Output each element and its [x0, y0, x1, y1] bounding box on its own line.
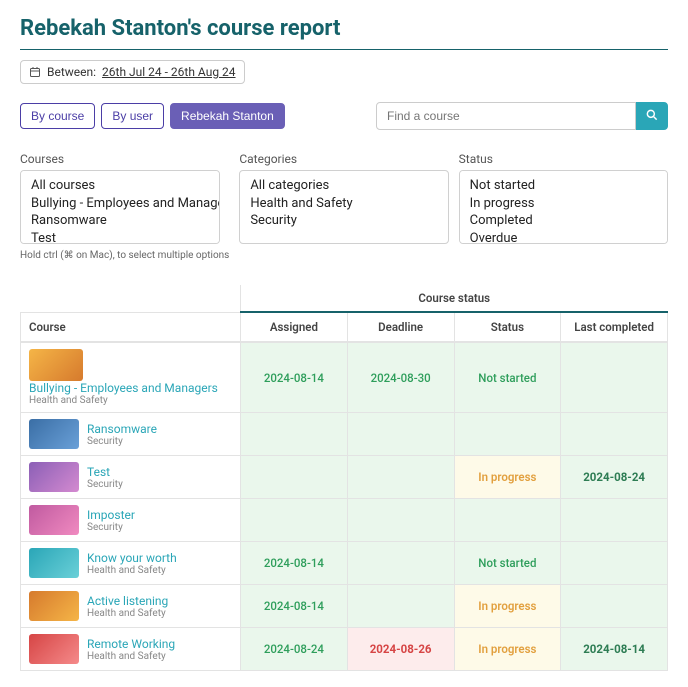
col-status: Status [454, 312, 561, 342]
course-category: Health and Safety [87, 608, 168, 619]
help-text: Hold ctrl (⌘ on Mac), to select multiple… [20, 250, 668, 261]
filter-option[interactable]: In progress [468, 195, 659, 213]
data-cell [347, 542, 454, 585]
course-category: Security [87, 436, 157, 447]
data-cell [347, 585, 454, 628]
table-row: TestSecurity In progress2024-08-24 [21, 456, 668, 499]
filter-option[interactable]: Overdue [468, 230, 659, 244]
by-course-tab[interactable]: By course [20, 103, 95, 129]
courses-filter-label: Courses [20, 152, 229, 166]
course-category: Security [87, 522, 135, 533]
course-thumb [29, 505, 79, 535]
search-input[interactable] [376, 102, 636, 130]
table-row: RansomwareSecurity [21, 413, 668, 456]
date-range-link[interactable]: 26th Jul 24 - 26th Aug 24 [102, 65, 235, 79]
data-cell: 2024-08-14 [561, 628, 668, 671]
filter-option[interactable]: All categories [248, 177, 439, 195]
data-cell [241, 456, 348, 499]
title-divider [20, 49, 668, 50]
data-cell: 2024-08-14 [241, 342, 348, 413]
search-icon [645, 108, 659, 125]
course-thumb [29, 462, 79, 492]
table-row: Bullying - Employees and ManagersHealth … [21, 342, 668, 413]
data-cell [454, 413, 561, 456]
course-category: Health and Safety [29, 395, 232, 406]
data-cell [561, 499, 668, 542]
date-range-badge[interactable]: Between: 26th Jul 24 - 26th Aug 24 [20, 60, 245, 84]
page-title: Rebekah Stanton's course report [20, 16, 668, 41]
data-cell [561, 413, 668, 456]
data-cell: In progress [454, 585, 561, 628]
data-cell: 2024-08-30 [347, 342, 454, 413]
categories-filter-label: Categories [239, 152, 448, 166]
course-link[interactable]: Know your worth [87, 551, 177, 565]
data-cell: 2024-08-24 [241, 628, 348, 671]
col-course: Course [21, 312, 241, 342]
data-cell [561, 342, 668, 413]
course-thumb [29, 591, 79, 621]
calendar-icon [29, 66, 41, 78]
filter-option[interactable]: All courses [29, 177, 211, 195]
data-cell: 2024-08-26 [347, 628, 454, 671]
filter-option[interactable]: Not started [468, 177, 659, 195]
report-table: Course status Course Assigned Deadline S… [20, 285, 668, 671]
col-assigned: Assigned [241, 312, 348, 342]
table-row: Remote WorkingHealth and Safety 2024-08-2… [21, 628, 668, 671]
course-category: Health and Safety [87, 651, 175, 662]
filter-option[interactable]: Test [29, 230, 211, 244]
data-cell [561, 542, 668, 585]
col-last: Last completed [561, 312, 668, 342]
data-cell: In progress [454, 456, 561, 499]
categories-filter[interactable]: All categoriesHealth and SafetySecurity [239, 170, 448, 244]
course-link[interactable]: Remote Working [87, 637, 175, 651]
data-cell [347, 499, 454, 542]
data-cell [241, 499, 348, 542]
group-header: Course status [241, 285, 668, 312]
data-cell: Not started [454, 342, 561, 413]
course-link[interactable]: Active listening [87, 594, 168, 608]
filter-option[interactable]: Security [248, 212, 439, 230]
data-cell: 2024-08-14 [241, 585, 348, 628]
course-link[interactable]: Bullying - Employees and Managers [29, 381, 232, 395]
course-category: Health and Safety [87, 565, 177, 576]
course-category: Security [87, 479, 123, 490]
table-row: Know your worthHealth and Safety 2024-08-… [21, 542, 668, 585]
course-thumb [29, 548, 79, 578]
data-cell: 2024-08-14 [241, 542, 348, 585]
data-cell: In progress [454, 628, 561, 671]
date-range-label: Between: [47, 65, 96, 79]
filter-option[interactable]: Ransomware [29, 212, 211, 230]
course-link[interactable]: Imposter [87, 508, 135, 522]
status-filter[interactable]: Not startedIn progressCompletedOverdue [459, 170, 668, 244]
search-button[interactable] [636, 102, 668, 130]
by-user-tab[interactable]: By user [101, 103, 164, 129]
filter-option[interactable]: Health and Safety [248, 195, 439, 213]
course-thumb [29, 419, 79, 449]
col-deadline: Deadline [347, 312, 454, 342]
data-cell [347, 456, 454, 499]
data-cell [241, 413, 348, 456]
courses-filter[interactable]: All coursesBullying - Employees and Mana… [20, 170, 220, 244]
data-cell: Not started [454, 542, 561, 585]
course-thumb [29, 349, 83, 381]
course-link[interactable]: Test [87, 465, 123, 479]
data-cell [454, 499, 561, 542]
data-cell [561, 585, 668, 628]
course-thumb [29, 634, 79, 664]
table-row: Active listeningHealth and Safety 2024-08… [21, 585, 668, 628]
status-filter-label: Status [459, 152, 668, 166]
data-cell [347, 413, 454, 456]
filter-option[interactable]: Bullying - Employees and Managers [29, 195, 211, 213]
data-cell: 2024-08-24 [561, 456, 668, 499]
active-user-tab[interactable]: Rebekah Stanton [170, 103, 285, 129]
filter-option[interactable]: Completed [468, 212, 659, 230]
course-link[interactable]: Ransomware [87, 422, 157, 436]
table-row: ImposterSecurity [21, 499, 668, 542]
